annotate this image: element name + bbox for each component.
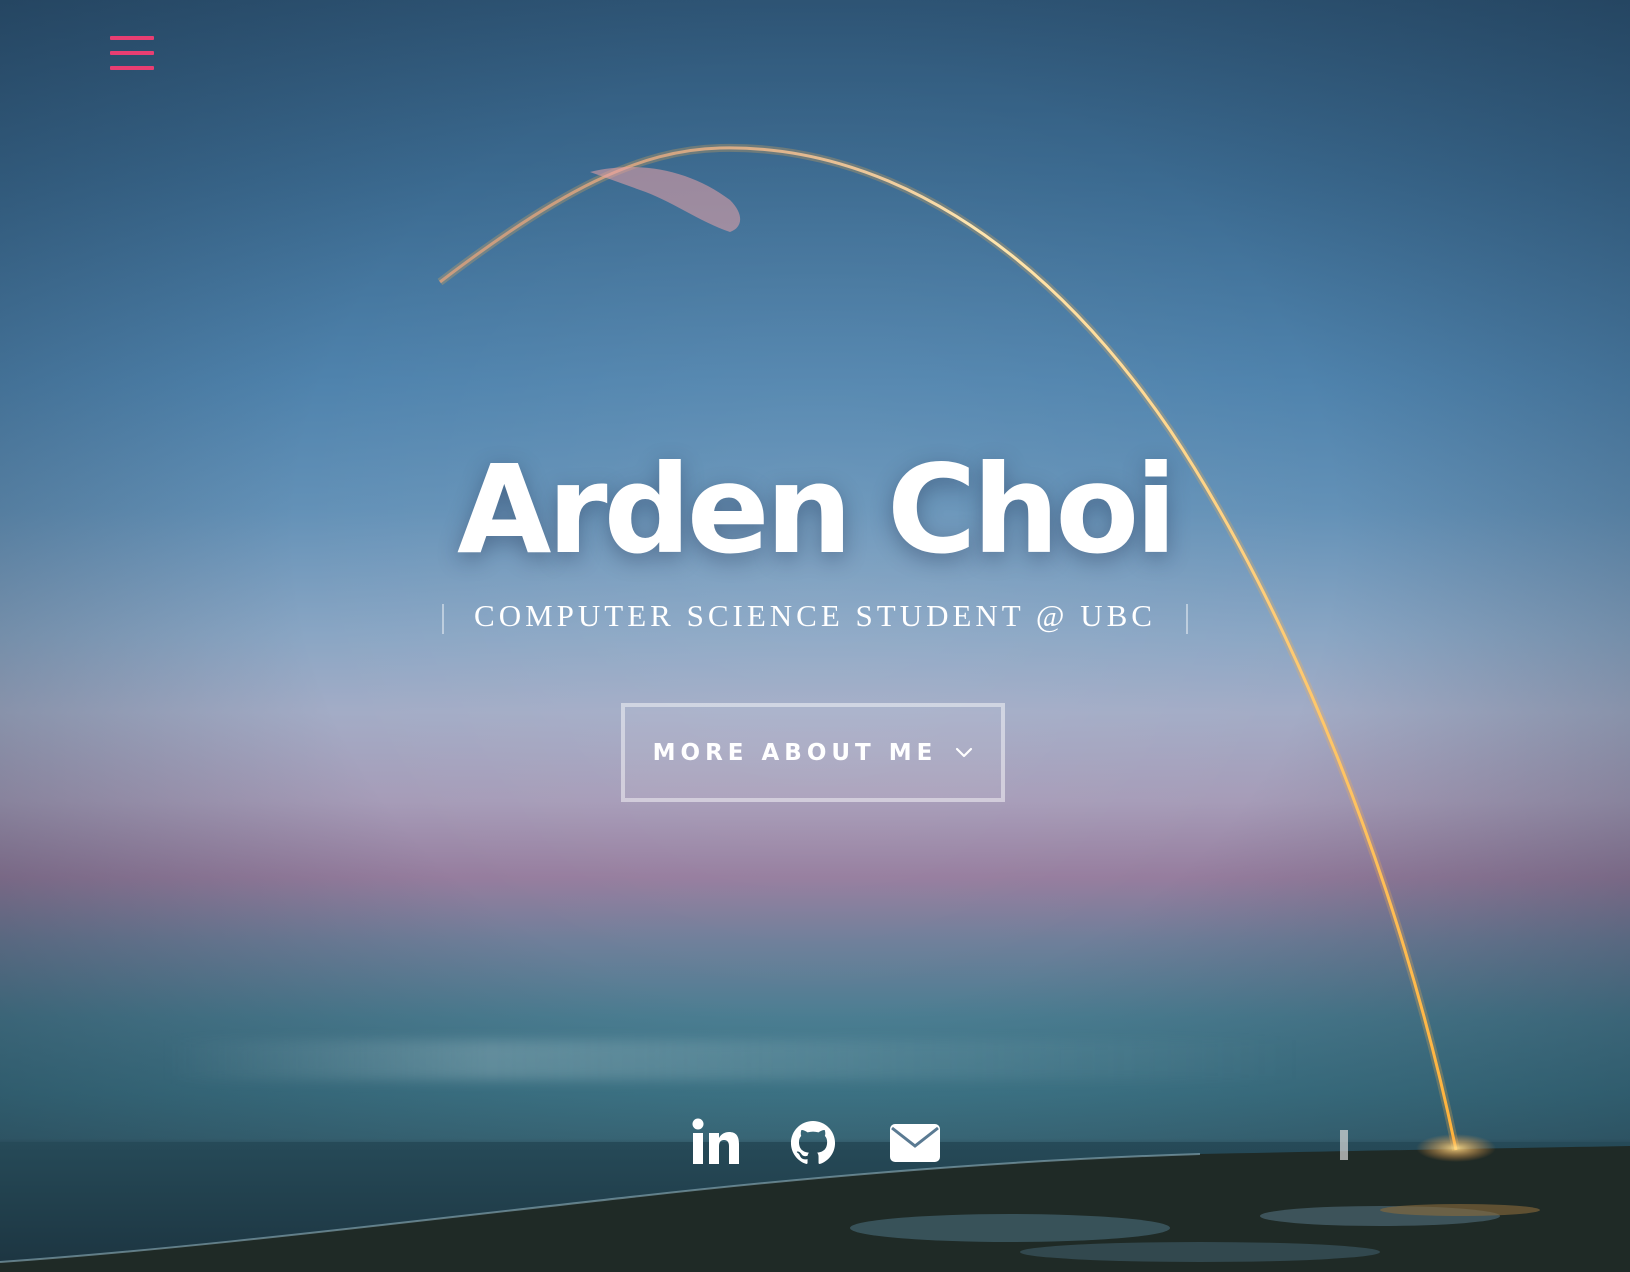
mail-icon (890, 1124, 940, 1162)
menu-line (110, 66, 154, 70)
email-link[interactable] (889, 1118, 941, 1168)
more-about-me-button[interactable]: MORE ABOUT ME (621, 703, 1005, 802)
rocket-trail-graphic (437, 143, 1496, 1162)
subtitle-divider-left (442, 604, 445, 634)
hamburger-menu-icon[interactable] (110, 36, 154, 72)
subtitle-divider-right (1185, 604, 1188, 634)
hero-section: Arden Choi COMPUTER SCIENCE STUDENT @ UB… (0, 0, 1630, 1272)
github-link[interactable] (790, 1118, 836, 1168)
social-links (0, 1118, 1630, 1168)
chevron-down-icon (956, 747, 973, 757)
github-icon (790, 1120, 836, 1164)
menu-line (110, 36, 154, 40)
more-about-me-label: MORE ABOUT ME (652, 739, 938, 766)
menu-line (110, 51, 154, 55)
linkedin-link[interactable] (692, 1118, 740, 1168)
hero-subtitle-text: COMPUTER SCIENCE STUDENT @ UBC (474, 598, 1156, 633)
linkedin-icon (692, 1118, 739, 1164)
hero-subtitle: COMPUTER SCIENCE STUDENT @ UBC (442, 598, 1188, 634)
hero-title: Arden Choi (456, 439, 1177, 581)
hero-content: Arden Choi COMPUTER SCIENCE STUDENT @ UB… (0, 440, 1630, 634)
